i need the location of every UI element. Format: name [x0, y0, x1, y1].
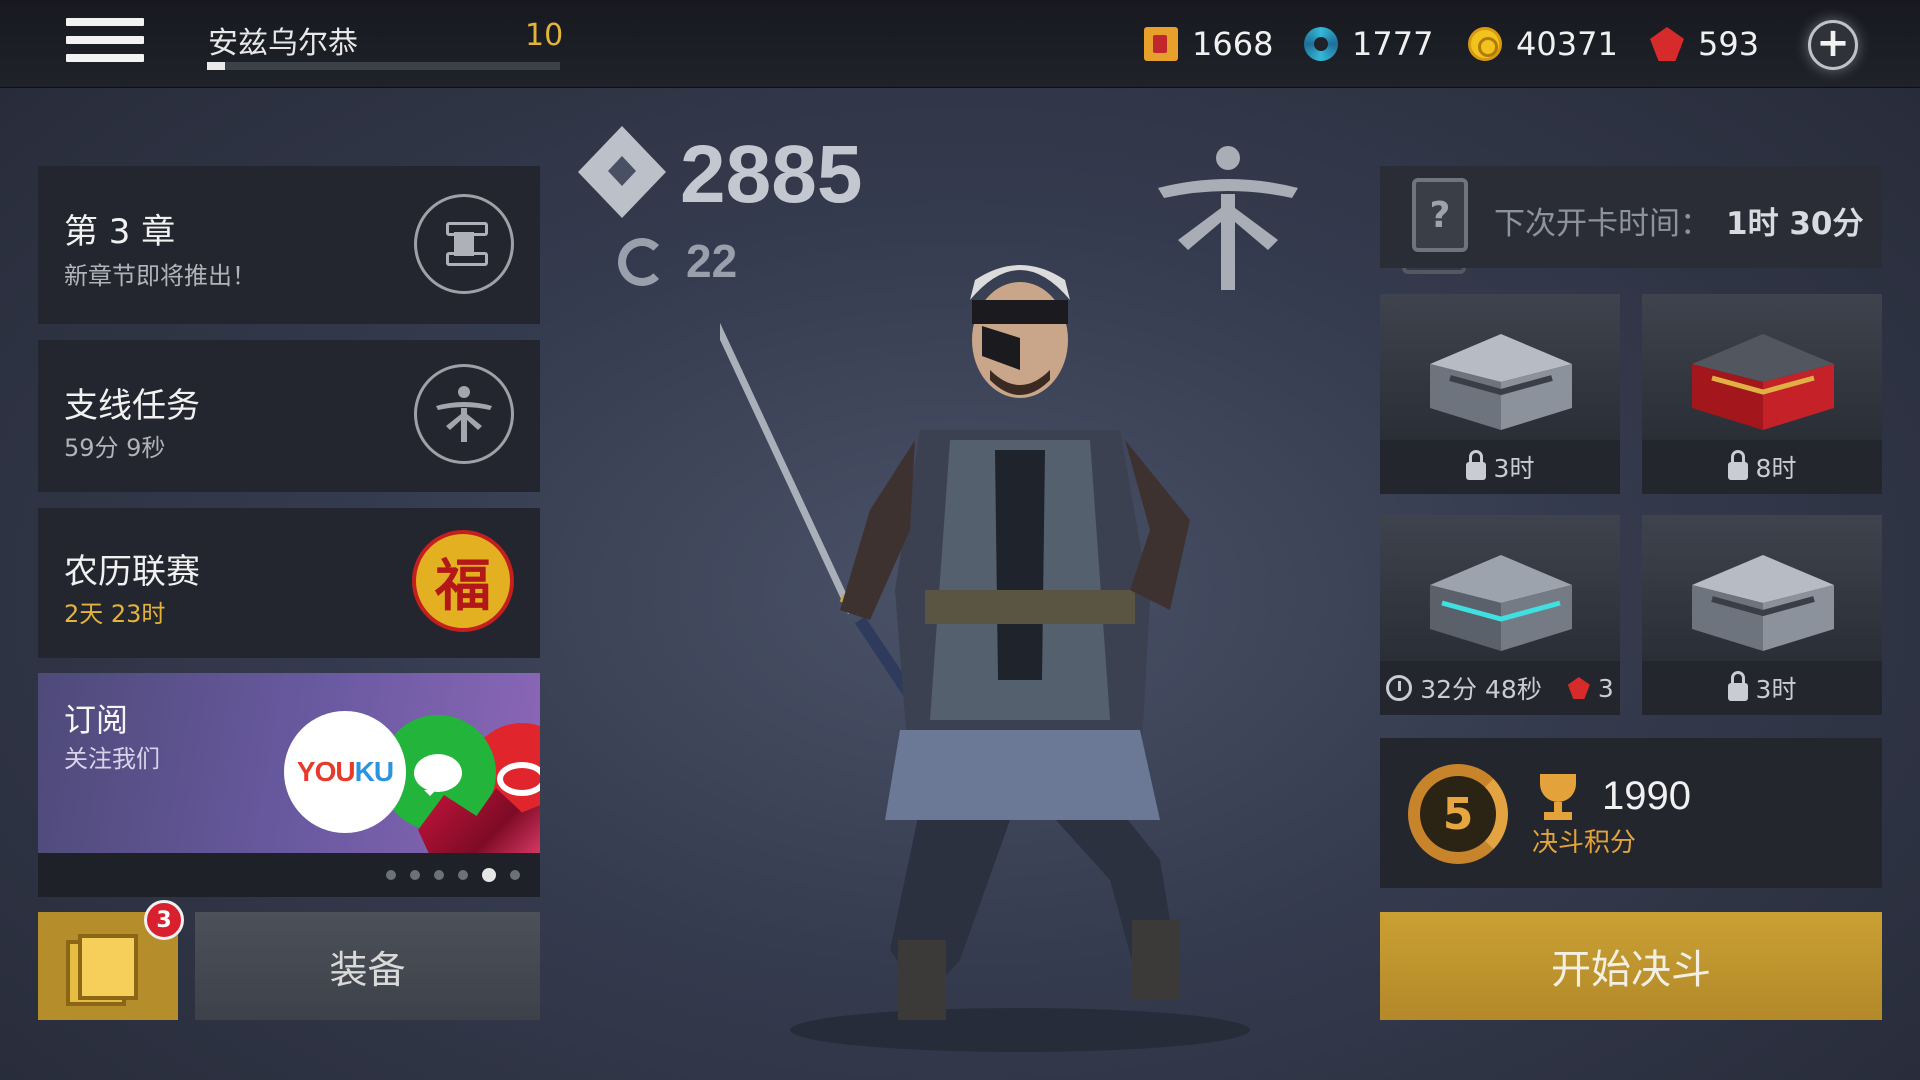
subscribe-banner[interactable]: 订阅 关注我们 YOU KU — [38, 673, 540, 853]
coin-count: 40371 — [1516, 25, 1618, 63]
next-card-time: 1时 30分 — [1726, 206, 1864, 242]
swirl-rating-icon — [618, 238, 666, 286]
lock-icon — [1727, 450, 1748, 480]
lunar-league-timer: 2天 23时 — [64, 600, 166, 628]
subscribe-subtitle: 关注我们 — [64, 745, 160, 773]
power-rating-value: 2885 — [680, 129, 863, 220]
carousel-dot[interactable] — [510, 870, 520, 880]
clock-icon — [1386, 675, 1413, 701]
chest-slot-3[interactable]: 32分 48秒 3 — [1380, 515, 1620, 715]
duel-points-panel[interactable]: 5 1990 决斗积分 — [1380, 738, 1882, 888]
xp-progress-bar — [207, 62, 560, 70]
chapter-subtitle: 新章节即将推出！ — [64, 262, 256, 290]
ticket-icon — [1144, 27, 1178, 61]
top-bar: 安兹乌尔恭 10 1668 1777 40371 593 + — [0, 0, 1920, 88]
chest-3-timer: 32分 48秒 — [1420, 675, 1542, 704]
glowing-steel-chest-icon — [1430, 555, 1572, 651]
chest-slot-4[interactable]: 3时 — [1642, 515, 1882, 715]
carousel-dot[interactable] — [434, 870, 444, 880]
carousel-indicator — [38, 853, 540, 897]
steel-chest-icon — [1692, 555, 1834, 651]
currency-gems[interactable]: 593 — [1650, 22, 1759, 66]
power-rating-icon — [578, 126, 666, 218]
scroll-icon — [414, 194, 514, 294]
gem-icon — [1650, 27, 1684, 61]
red-chest-icon — [1692, 334, 1834, 430]
duel-rank-badge: 5 — [1408, 764, 1508, 864]
start-duel-button[interactable]: 开始决斗 — [1380, 912, 1882, 1020]
chest-slot-1[interactable]: 3时 — [1380, 294, 1620, 494]
carousel-dot[interactable] — [482, 868, 496, 882]
fortune-badge-icon: 福 — [412, 530, 514, 632]
chest-1-timer: 3时 — [1493, 454, 1535, 483]
trophy-icon — [1532, 774, 1584, 820]
swirl-icon — [1304, 27, 1338, 61]
carousel-dot[interactable] — [386, 870, 396, 880]
chest-3-gem-cost: 3 — [1597, 673, 1614, 703]
duel-score-label: 决斗积分 — [1532, 828, 1637, 858]
carousel-dot[interactable] — [458, 870, 468, 880]
youku-logo-text-b: KU — [354, 756, 394, 787]
cards-icon — [78, 934, 138, 1000]
next-card-label: 下次开卡时间： — [1494, 206, 1711, 242]
gem-count: 593 — [1698, 25, 1760, 63]
fortune-glyph: 福 — [435, 552, 491, 619]
carousel-dot[interactable] — [410, 870, 420, 880]
steel-chest-icon — [1430, 334, 1572, 430]
xp-progress-fill — [207, 62, 225, 70]
currency-tickets[interactable]: 1668 — [1144, 22, 1273, 66]
currency-coins[interactable]: 40371 — [1468, 22, 1618, 66]
notification-badge: 3 — [144, 900, 184, 940]
hamburger-menu-icon[interactable] — [66, 18, 144, 72]
lock-icon — [1465, 450, 1486, 480]
chapter-panel[interactable]: 第 3 章 新章节即将推出！ — [38, 166, 540, 324]
chest-slot-2[interactable]: 8时 — [1642, 294, 1882, 494]
youku-logo-text-a: YOU — [296, 756, 356, 787]
lock-icon — [1727, 671, 1748, 701]
add-currency-button[interactable]: + — [1808, 20, 1858, 70]
chest-4-timer: 3时 — [1755, 675, 1797, 704]
player-name: 安兹乌尔恭 — [208, 26, 358, 61]
lunar-league-panel[interactable]: 农历联赛 2天 23时 福 — [38, 508, 540, 658]
next-card-timer: ? 下次开卡时间： 1时 30分 — [1380, 166, 1882, 274]
player-level: 10 — [525, 18, 564, 53]
chapter-title: 第 3 章 — [64, 212, 176, 252]
swirl-count: 1777 — [1352, 25, 1434, 63]
side-quest-title: 支线任务 — [64, 386, 200, 426]
equip-button[interactable]: 装备 — [195, 912, 540, 1020]
duel-score: 1990 — [1602, 774, 1691, 818]
side-quest-timer: 59分 9秒 — [64, 434, 166, 462]
coin-icon — [1468, 27, 1502, 61]
side-quest-panel[interactable]: 支线任务 59分 9秒 — [38, 340, 540, 492]
lunar-league-title: 农历联赛 — [64, 552, 200, 592]
ticket-count: 1668 — [1192, 25, 1274, 63]
samurai-character-icon — [720, 265, 1250, 1052]
clan-emblem-icon — [414, 364, 514, 464]
currency-swirl[interactable]: 1777 — [1304, 22, 1433, 66]
mystery-card-icon: ? — [1402, 178, 1468, 274]
chest-2-timer: 8时 — [1755, 454, 1797, 483]
subscribe-title: 订阅 — [64, 701, 129, 739]
gem-icon — [1567, 677, 1590, 699]
youku-icon[interactable]: YOU KU — [284, 711, 406, 833]
carousel-dots — [386, 868, 520, 882]
